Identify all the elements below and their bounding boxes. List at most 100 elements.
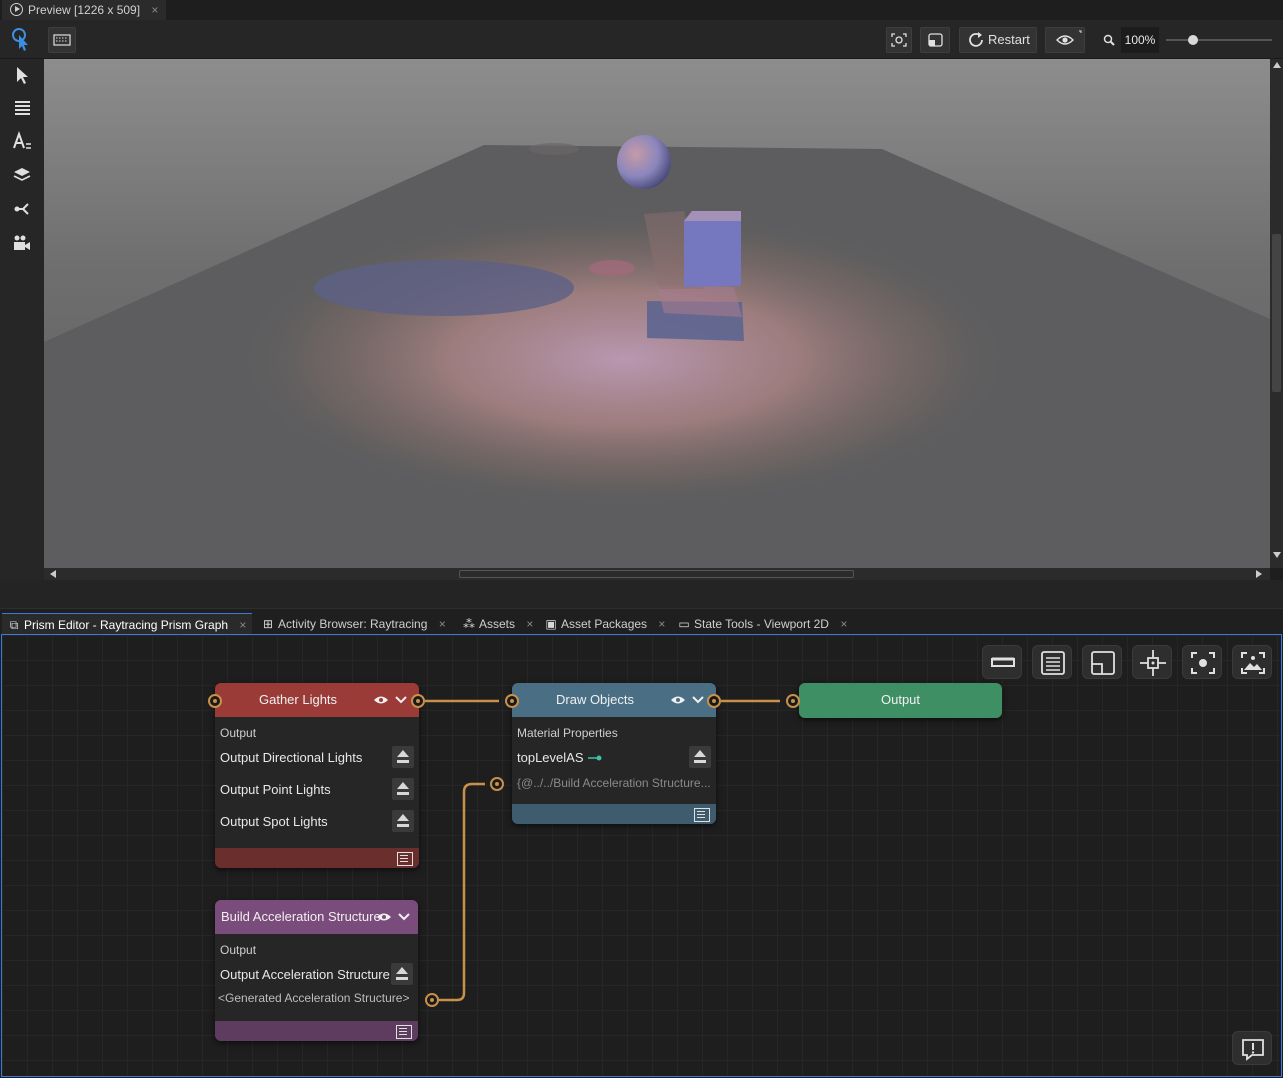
property-input-port[interactable] — [490, 777, 504, 791]
viewport-vertical-scrollbar[interactable] — [1270, 59, 1283, 568]
restart-icon — [969, 32, 983, 47]
tab-close-icon[interactable]: × — [239, 614, 246, 636]
input-port[interactable] — [505, 694, 519, 708]
tab-activity-browser[interactable]: ⊞ Activity Browser: Raytracing × — [256, 613, 446, 635]
output-row: Output Spot Lights — [220, 814, 328, 829]
layout-button[interactable] — [1082, 645, 1122, 679]
connect-icon[interactable] — [12, 199, 32, 219]
preview-image-button[interactable] — [1232, 645, 1272, 679]
preview-toolbar: Restart 100% — [0, 20, 1283, 59]
camera-icon[interactable] — [12, 233, 32, 253]
horizontal-scroll-thumb[interactable] — [459, 570, 854, 578]
upload-icon[interactable] — [391, 963, 413, 985]
focus-icon — [1191, 652, 1215, 674]
node-header[interactable]: Draw Objects — [512, 683, 716, 717]
text-style-icon[interactable] — [12, 131, 32, 151]
upload-icon[interactable] — [392, 746, 414, 768]
panel-divider — [0, 580, 1283, 608]
tab-state-tools[interactable]: ▭ State Tools - Viewport 2D × — [672, 613, 847, 635]
feedback-icon — [1242, 1039, 1264, 1061]
viewport-horizontal-scrollbar[interactable] — [44, 568, 1270, 580]
focus-button[interactable] — [1182, 645, 1222, 679]
connection-build-draw — [438, 782, 485, 1002]
keyboard-icon — [53, 34, 71, 46]
tab-assets[interactable]: ⁂ Assets × — [457, 613, 533, 635]
scroll-right-icon[interactable] — [1256, 570, 1262, 578]
activity-icon: ⊞ — [262, 617, 274, 631]
interaction-mode-button[interactable] — [8, 25, 36, 53]
prism-graph-canvas[interactable]: Gather Lights Output Output Directional … — [1, 634, 1282, 1077]
viewport-mode-button[interactable] — [920, 27, 950, 53]
node-title: Gather Lights — [259, 692, 338, 707]
output-row: Output Acceleration Structure — [220, 967, 390, 982]
upload-icon[interactable] — [689, 746, 711, 768]
input-port[interactable] — [208, 694, 222, 708]
node-header[interactable]: Gather Lights — [215, 683, 419, 717]
layers-icon[interactable] — [12, 165, 32, 185]
add-property-icon[interactable] — [694, 808, 710, 822]
scroll-up-icon[interactable] — [1273, 62, 1281, 68]
eye-icon[interactable] — [372, 900, 412, 934]
output-row: Output Point Lights — [220, 782, 331, 797]
property-row: topLevelAS — [517, 750, 603, 765]
play-icon — [10, 3, 23, 16]
tab-close-icon[interactable]: × — [658, 613, 665, 635]
eye-icon — [1056, 30, 1082, 45]
binding-value[interactable]: {@../../Build Acceleration Structure... — [517, 776, 711, 790]
zoom-slider[interactable] — [1166, 35, 1272, 45]
keyboard-button[interactable] — [48, 27, 76, 53]
top-tab-bar: Preview [1226 x 509] × — [0, 0, 1283, 20]
eye-icon[interactable] — [369, 683, 409, 717]
assets-icon: ⁂ — [463, 617, 475, 631]
gather-lights-node[interactable]: Gather Lights Output Output Directional … — [215, 683, 419, 868]
select-arrow-icon[interactable] — [12, 65, 32, 85]
node-footer — [215, 1021, 418, 1041]
editor-tab-bar: ⧉ Prism Editor - Raytracing Prism Graph … — [0, 608, 1283, 636]
add-property-icon[interactable] — [397, 852, 413, 866]
tab-label: State Tools - Viewport 2D — [694, 617, 829, 631]
tab-close-icon[interactable]: × — [439, 613, 446, 635]
grid-icon[interactable] — [12, 97, 32, 117]
node-title: Build Acceleration Structure — [221, 909, 381, 924]
left-tool-rail — [0, 59, 44, 607]
output-node[interactable]: Output — [799, 683, 1002, 718]
zoom-slider-thumb[interactable] — [1187, 35, 1198, 45]
output-port[interactable] — [707, 694, 721, 708]
node-header[interactable]: Build Acceleration Structure — [215, 900, 418, 934]
list-view-button[interactable] — [1032, 645, 1072, 679]
zoom-value: 100% — [1121, 27, 1159, 53]
build-acceleration-structure-node[interactable]: Build Acceleration Structure Output Outp… — [215, 900, 418, 1041]
image-icon — [1241, 652, 1265, 674]
property-name: topLevelAS — [517, 750, 584, 765]
scroll-down-icon[interactable] — [1273, 552, 1281, 558]
add-property-icon[interactable] — [396, 1025, 412, 1039]
visibility-button[interactable] — [1045, 27, 1085, 53]
collapse-icon — [991, 657, 1015, 667]
tab-close-icon[interactable]: × — [526, 613, 533, 635]
screenshot-button[interactable] — [886, 27, 912, 53]
tab-close-icon[interactable]: × — [840, 613, 847, 635]
layout-icon — [1091, 651, 1115, 675]
preview-viewport[interactable] — [44, 59, 1270, 568]
draw-objects-node[interactable]: Draw Objects Material Properties topLeve… — [512, 683, 716, 824]
tab-prism-editor[interactable]: ⧉ Prism Editor - Raytracing Prism Graph … — [2, 613, 253, 636]
eye-icon[interactable] — [666, 683, 706, 717]
minimize-button[interactable] — [982, 645, 1022, 679]
upload-icon[interactable] — [392, 778, 414, 800]
preview-tab-close-icon[interactable]: × — [151, 0, 158, 20]
output-port[interactable] — [425, 993, 439, 1007]
center-view-button[interactable] — [1132, 645, 1172, 679]
output-port[interactable] — [411, 694, 425, 708]
vertical-scroll-thumb[interactable] — [1272, 234, 1281, 392]
preview-tab[interactable]: Preview [1226 x 509] × — [2, 0, 167, 20]
node-header[interactable]: Output — [799, 683, 1002, 718]
input-port[interactable] — [786, 694, 800, 708]
section-label: Output — [220, 726, 257, 740]
feedback-button[interactable] — [1232, 1031, 1272, 1065]
upload-icon[interactable] — [392, 810, 414, 832]
zoom-icon — [1102, 33, 1116, 47]
window-icon — [928, 33, 943, 47]
scroll-left-icon[interactable] — [50, 570, 56, 578]
restart-button[interactable]: Restart — [959, 27, 1037, 53]
tab-asset-packages[interactable]: ▣ Asset Packages × — [539, 613, 665, 635]
